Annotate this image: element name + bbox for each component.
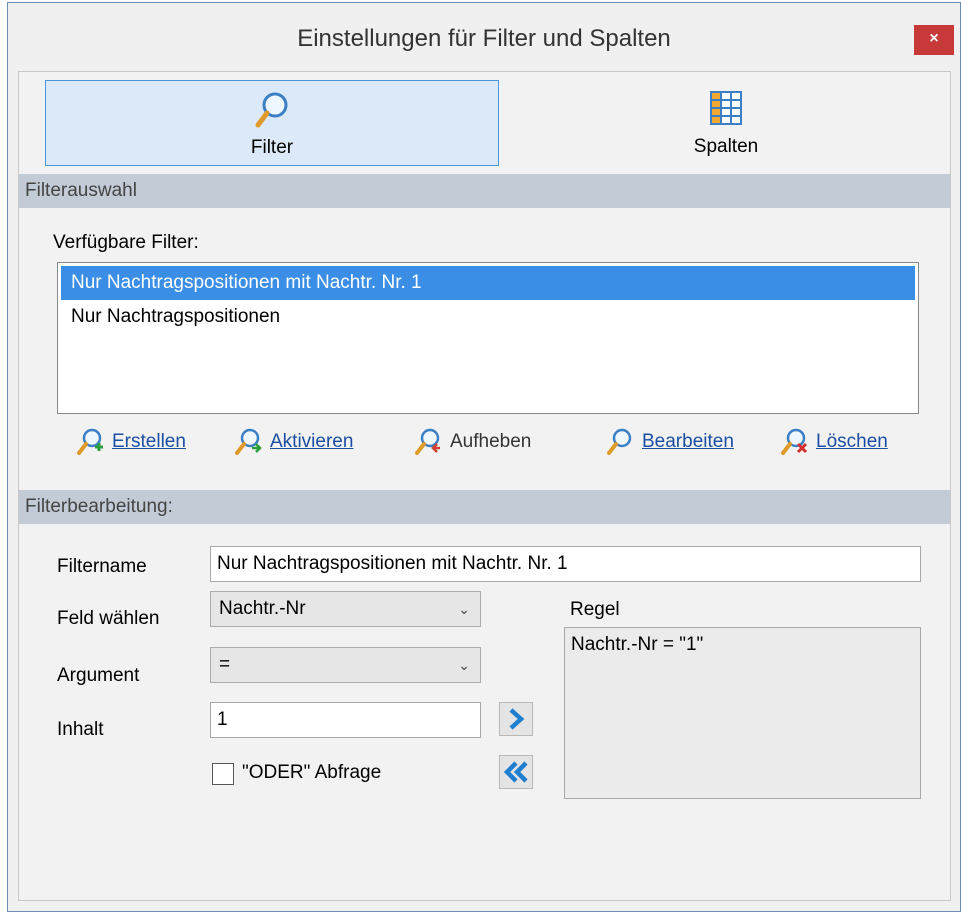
chevron-down-icon: ⌄: [458, 601, 470, 617]
rule-text: Nachtr.-Nr = "1": [571, 634, 704, 655]
tab-filter-label: Filter: [250, 137, 294, 158]
filter-add-icon: [77, 428, 103, 455]
tab-spalten-label: Spalten: [693, 136, 759, 157]
close-button[interactable]: ×: [914, 25, 954, 55]
remove-rule-button[interactable]: [499, 755, 533, 789]
field-select-value: Nachtr.-Nr: [219, 598, 306, 619]
delete-filter-label: Löschen: [816, 431, 888, 452]
available-filters-label: Verfügbare Filter:: [53, 232, 199, 253]
tab-filter[interactable]: Filter: [45, 80, 499, 166]
activate-filter-label: Aktivieren: [270, 431, 354, 452]
magnifier-icon: [255, 92, 288, 128]
title-bar: Einstellungen für Filter und Spalten ×: [8, 3, 960, 71]
filter-activate-icon: [235, 428, 262, 455]
section-header-filterbearbeitung: Filterbearbeitung:: [19, 490, 950, 524]
field-select[interactable]: Nachtr.-Nr ⌄: [210, 591, 481, 627]
filter-list[interactable]: Nur Nachtragspositionen mit Nachtr. Nr. …: [57, 262, 919, 414]
add-rule-button[interactable]: [499, 702, 533, 736]
argument-label: Argument: [57, 665, 140, 686]
tab-bar: Filter Spalten: [19, 72, 950, 174]
create-filter-label: Erstellen: [112, 431, 186, 452]
dialog-window: Einstellungen für Filter und Spalten × F…: [7, 2, 961, 912]
dialog-body: Filter Spalten Filterauswahl Verfügbare …: [18, 71, 951, 901]
argument-select-value: =: [219, 654, 231, 675]
argument-select[interactable]: = ⌄: [210, 647, 481, 683]
list-item[interactable]: Nur Nachtragspositionen: [61, 300, 915, 334]
regel-label: Regel: [570, 599, 620, 620]
inhalt-label: Inhalt: [57, 719, 104, 740]
list-item[interactable]: Nur Nachtragspositionen mit Nachtr. Nr. …: [61, 266, 915, 300]
or-query-checkbox[interactable]: [212, 763, 234, 785]
filter-remove-icon: [415, 428, 440, 455]
remove-filter-label: Aufheben: [450, 431, 532, 452]
or-query-label: "ODER" Abfrage: [242, 762, 382, 783]
chevron-down-icon: ⌄: [458, 657, 470, 673]
filtername-input[interactable]: Nur Nachtragspositionen mit Nachtr. Nr. …: [210, 546, 921, 582]
edit-filter-label: Bearbeiten: [642, 431, 734, 452]
content-input[interactable]: 1: [210, 702, 481, 738]
double-chevron-left-icon: [503, 761, 528, 783]
tab-spalten[interactable]: Spalten: [499, 80, 953, 166]
section-header-filterauswahl: Filterauswahl: [19, 174, 950, 208]
chevron-right-icon: [509, 708, 525, 730]
columns-grid-icon: [710, 91, 742, 125]
rule-box: Nachtr.-Nr = "1": [564, 627, 921, 799]
filtername-label: Filtername: [57, 556, 147, 577]
filter-edit-icon: [607, 428, 632, 455]
window-title: Einstellungen für Filter und Spalten: [297, 25, 671, 52]
filter-delete-icon: [781, 428, 808, 455]
feld-label: Feld wählen: [57, 608, 160, 629]
